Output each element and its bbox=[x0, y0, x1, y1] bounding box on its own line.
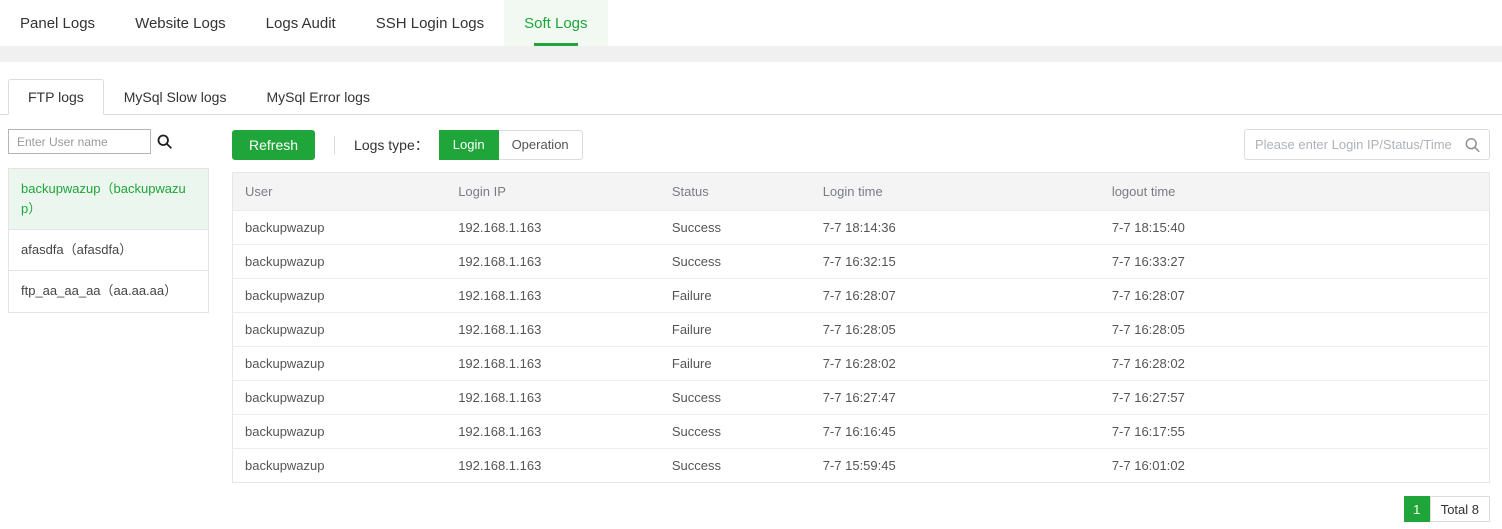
table-body: backupwazup 192.168.1.163 Success 7-7 18… bbox=[233, 211, 1490, 483]
cell-logout-time: 7-7 16:33:27 bbox=[1100, 245, 1490, 279]
user-list-item[interactable]: ftp_aa_aa_aa（aa.aa.aa） bbox=[9, 271, 208, 311]
cell-login-time: 7-7 16:16:45 bbox=[811, 415, 1100, 449]
user-list-item[interactable]: backupwazup（backupwazup） bbox=[9, 169, 208, 230]
cell-login-time: 7-7 16:28:05 bbox=[811, 313, 1100, 347]
cell-logout-time: 7-7 16:01:02 bbox=[1100, 449, 1490, 483]
table-row: backupwazup 192.168.1.163 Success 7-7 16… bbox=[233, 415, 1490, 449]
sub-tab[interactable]: MySql Error logs bbox=[246, 79, 389, 115]
logs-type-toggle: Login Operation bbox=[439, 130, 583, 160]
cell-login-time: 7-7 16:28:02 bbox=[811, 347, 1100, 381]
cell-login-ip: 192.168.1.163 bbox=[446, 279, 660, 313]
top-tab[interactable]: Website Logs bbox=[115, 0, 246, 46]
sub-tab-bar: FTP logs MySql Slow logs MySql Error log… bbox=[0, 79, 1502, 115]
user-search-input[interactable] bbox=[8, 129, 151, 154]
cell-status: Failure bbox=[660, 279, 811, 313]
cell-user: backupwazup bbox=[233, 347, 447, 381]
sub-tab-label: MySql Error logs bbox=[266, 89, 369, 105]
search-icon[interactable] bbox=[1464, 136, 1481, 153]
cell-user: backupwazup bbox=[233, 313, 447, 347]
cell-status: Success bbox=[660, 415, 811, 449]
table-row: backupwazup 192.168.1.163 Success 7-7 16… bbox=[233, 245, 1490, 279]
cell-status: Success bbox=[660, 449, 811, 483]
search-icon[interactable] bbox=[156, 133, 173, 150]
user-list-item[interactable]: afasdfa（afasdfa） bbox=[9, 230, 208, 271]
cell-logout-time: 7-7 16:17:55 bbox=[1100, 415, 1490, 449]
top-tab[interactable]: SSH Login Logs bbox=[356, 0, 504, 46]
cell-user: backupwazup bbox=[233, 381, 447, 415]
cell-login-ip: 192.168.1.163 bbox=[446, 313, 660, 347]
ftp-user-list: backupwazup（backupwazup） afasdfa（afasdfa… bbox=[8, 168, 209, 313]
sub-tab[interactable]: MySql Slow logs bbox=[104, 79, 247, 115]
table-row: backupwazup 192.168.1.163 Success 7-7 16… bbox=[233, 381, 1490, 415]
pagination: 1 Total 8 bbox=[232, 496, 1490, 522]
cell-login-time: 7-7 15:59:45 bbox=[811, 449, 1100, 483]
table-row: backupwazup 192.168.1.163 Failure 7-7 16… bbox=[233, 279, 1490, 313]
table-row: backupwazup 192.168.1.163 Success 7-7 18… bbox=[233, 211, 1490, 245]
cell-status: Failure bbox=[660, 347, 811, 381]
column-header: User bbox=[233, 173, 447, 211]
ftp-user-sidebar: backupwazup（backupwazup） afasdfa（afasdfa… bbox=[8, 129, 209, 522]
cell-logout-time: 7-7 16:28:07 bbox=[1100, 279, 1490, 313]
top-tab[interactable]: Panel Logs bbox=[0, 0, 115, 46]
cell-status: Failure bbox=[660, 313, 811, 347]
cell-login-ip: 192.168.1.163 bbox=[446, 449, 660, 483]
logs-type-button[interactable]: Login bbox=[439, 130, 499, 160]
main-content: backupwazup（backupwazup） afasdfa（afasdfa… bbox=[0, 115, 1502, 522]
sub-tab[interactable]: FTP logs bbox=[8, 79, 104, 115]
sub-tab-label: MySql Slow logs bbox=[124, 89, 227, 105]
table-row: backupwazup 192.168.1.163 Success 7-7 15… bbox=[233, 449, 1490, 483]
logs-type-label: Logs type： bbox=[354, 135, 429, 155]
column-header: Login time bbox=[811, 173, 1100, 211]
logs-type-button[interactable]: Operation bbox=[499, 130, 583, 160]
cell-login-time: 7-7 16:28:07 bbox=[811, 279, 1100, 313]
cell-login-ip: 192.168.1.163 bbox=[446, 381, 660, 415]
cell-login-ip: 192.168.1.163 bbox=[446, 415, 660, 449]
top-tab-label: SSH Login Logs bbox=[376, 15, 484, 32]
cell-status: Success bbox=[660, 381, 811, 415]
cell-status: Success bbox=[660, 211, 811, 245]
top-tab-label: Logs Audit bbox=[266, 15, 336, 32]
cell-logout-time: 7-7 16:28:02 bbox=[1100, 347, 1490, 381]
cell-logout-time: 7-7 16:28:05 bbox=[1100, 313, 1490, 347]
cell-user: backupwazup bbox=[233, 449, 447, 483]
cell-user: backupwazup bbox=[233, 279, 447, 313]
toolbar-divider bbox=[334, 136, 335, 154]
table-row: backupwazup 192.168.1.163 Failure 7-7 16… bbox=[233, 347, 1490, 381]
cell-user: backupwazup bbox=[233, 211, 447, 245]
top-tab-bar: Panel Logs Website Logs Logs Audit SSH L… bbox=[0, 0, 1502, 46]
cell-user: backupwazup bbox=[233, 245, 447, 279]
top-tab-label: Soft Logs bbox=[524, 15, 587, 32]
column-header: Login IP bbox=[446, 173, 660, 211]
total-count-label: Total 8 bbox=[1430, 496, 1490, 522]
cell-logout-time: 7-7 18:15:40 bbox=[1100, 211, 1490, 245]
top-tab[interactable]: Logs Audit bbox=[246, 0, 356, 46]
logs-panel: Refresh Logs type： Login Operation bbox=[232, 129, 1490, 522]
logs-toolbar: Refresh Logs type： Login Operation bbox=[232, 129, 1490, 160]
column-header: logout time bbox=[1100, 173, 1490, 211]
column-header: Status bbox=[660, 173, 811, 211]
logs-search-input[interactable] bbox=[1244, 129, 1490, 160]
cell-login-time: 7-7 16:32:15 bbox=[811, 245, 1100, 279]
ftp-log-table: User Login IP Status Login time logout t… bbox=[232, 172, 1490, 483]
cell-logout-time: 7-7 16:27:57 bbox=[1100, 381, 1490, 415]
cell-login-ip: 192.168.1.163 bbox=[446, 211, 660, 245]
top-tab-label: Website Logs bbox=[135, 15, 226, 32]
page-number-button[interactable]: 1 bbox=[1404, 496, 1430, 522]
header-separator bbox=[0, 46, 1502, 62]
sub-tab-label: FTP logs bbox=[28, 89, 84, 105]
user-search-bar bbox=[8, 129, 209, 154]
cell-login-ip: 192.168.1.163 bbox=[446, 347, 660, 381]
table-row: backupwazup 192.168.1.163 Failure 7-7 16… bbox=[233, 313, 1490, 347]
top-tab[interactable]: Soft Logs bbox=[504, 0, 607, 46]
cell-login-time: 7-7 16:27:47 bbox=[811, 381, 1100, 415]
cell-status: Success bbox=[660, 245, 811, 279]
refresh-button[interactable]: Refresh bbox=[232, 130, 315, 160]
cell-login-ip: 192.168.1.163 bbox=[446, 245, 660, 279]
cell-user: backupwazup bbox=[233, 415, 447, 449]
table-header: User Login IP Status Login time logout t… bbox=[233, 173, 1490, 211]
top-tab-label: Panel Logs bbox=[20, 15, 95, 32]
logs-search-bar bbox=[1244, 129, 1490, 160]
cell-login-time: 7-7 18:14:36 bbox=[811, 211, 1100, 245]
